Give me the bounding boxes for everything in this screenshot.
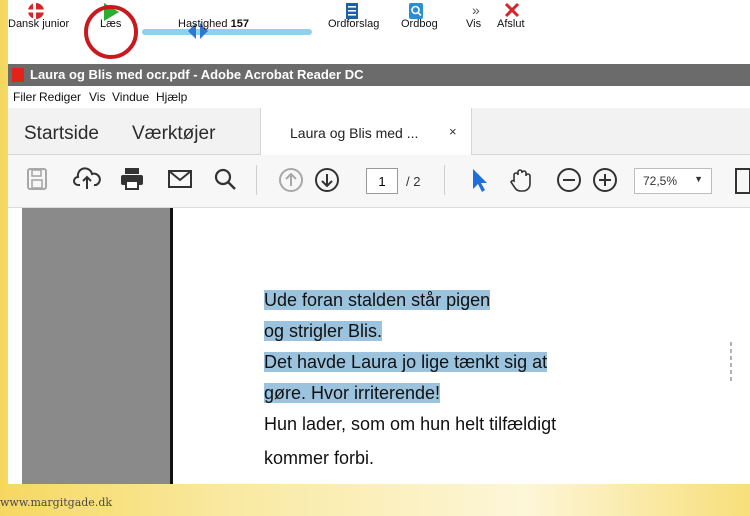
line-text: Ude foran stalden står pigen xyxy=(264,290,491,310)
speed-label-text: Hastighed xyxy=(178,18,228,30)
line-text: kommer forbi. xyxy=(264,448,375,468)
menu-vindue[interactable]: Vindue xyxy=(112,90,149,104)
window-title: Laura og Blis med ocr.pdf - Adobe Acroba… xyxy=(30,67,364,82)
hand-icon[interactable] xyxy=(508,167,534,193)
watermark-text: www.margitgade.dk xyxy=(0,496,113,509)
pdf-icon xyxy=(12,68,24,82)
cloud-upload-icon[interactable] xyxy=(73,167,101,191)
line-text: Det havde Laura jo lige tænkt sig at xyxy=(264,352,548,372)
word-suggestions-button[interactable]: Ordforslag xyxy=(328,18,379,30)
highlight-circle xyxy=(84,5,138,59)
line-text: og strigler Blis. xyxy=(264,321,383,341)
exit-button[interactable]: Afslut xyxy=(497,18,525,30)
double-chevron-icon[interactable]: » xyxy=(472,2,480,18)
pdf-page[interactable]: Ude foran stalden står pigen og strigler… xyxy=(170,208,750,484)
mail-icon[interactable] xyxy=(167,167,193,191)
screen: Dansk junior Læs Hastighed 157 Ordforsla… xyxy=(8,0,750,484)
text-line[interactable]: og strigler Blis. xyxy=(264,319,383,343)
text-line[interactable]: kommer forbi. xyxy=(264,446,374,470)
language-label[interactable]: Dansk junior xyxy=(8,18,69,30)
line-text: gøre. Hvor irriterende! xyxy=(264,383,441,403)
dictionary-button[interactable]: Ordbog xyxy=(401,18,438,30)
pane-background xyxy=(22,208,170,484)
appwriter-toolbar: Dansk junior Læs Hastighed 157 Ordforsla… xyxy=(8,0,750,64)
chevron-down-icon: ▼ xyxy=(694,174,703,184)
tab-document[interactable]: Laura og Blis med ... × xyxy=(260,108,472,155)
text-line[interactable]: Ude foran stalden står pigen xyxy=(264,288,491,312)
search-icon[interactable] xyxy=(213,167,237,191)
tab-bar: Startside Værktøjer Laura og Blis med ..… xyxy=(8,108,750,155)
document-area: Ude foran stalden står pigen og strigler… xyxy=(8,208,750,484)
window-titlebar: Laura og Blis med ocr.pdf - Adobe Acroba… xyxy=(8,64,750,86)
page-total: / 2 xyxy=(406,174,421,189)
line-text: Hun lader, som om hun helt tilfældigt xyxy=(264,414,557,434)
fit-page-icon[interactable] xyxy=(734,167,750,195)
save-icon[interactable] xyxy=(26,167,48,191)
zoom-select[interactable]: 72,5% ▼ xyxy=(634,168,712,194)
tab-tools[interactable]: Værktøjer xyxy=(132,123,215,145)
page-up-icon[interactable] xyxy=(278,167,304,193)
close-icon[interactable] xyxy=(504,2,520,18)
menu-bar: Filer Rediger Vis Vindue Hjælp xyxy=(8,86,750,108)
page-down-icon[interactable] xyxy=(314,167,340,193)
scan-artifact-icon xyxy=(730,342,732,382)
toolbar-separator xyxy=(256,165,257,195)
text-line[interactable]: gøre. Hvor irriterende! xyxy=(264,381,441,405)
page-edge xyxy=(170,208,173,484)
left-margin xyxy=(8,208,22,484)
menu-rediger[interactable]: Rediger xyxy=(39,90,81,104)
tab-close-button[interactable]: × xyxy=(449,124,457,139)
print-icon[interactable] xyxy=(119,167,145,191)
text-line[interactable]: Det havde Laura jo lige tænkt sig at xyxy=(264,350,548,374)
tab-home[interactable]: Startside xyxy=(24,123,99,145)
zoom-in-icon[interactable] xyxy=(592,167,618,193)
show-button[interactable]: Vis xyxy=(466,18,481,30)
zoom-value: 72,5% xyxy=(643,174,678,188)
speed-label: Hastighed 157 xyxy=(178,18,249,30)
menu-hjaelp[interactable]: Hjælp xyxy=(156,90,187,104)
select-cursor-icon[interactable] xyxy=(470,167,488,193)
page-number-input[interactable]: 1 xyxy=(366,168,398,194)
speed-value: 157 xyxy=(230,18,249,30)
zoom-out-icon[interactable] xyxy=(556,167,582,193)
toolbar-separator xyxy=(444,165,445,195)
text-line[interactable]: Hun lader, som om hun helt tilfældigt xyxy=(264,412,556,436)
menu-vis[interactable]: Vis xyxy=(89,90,105,104)
acrobat-toolbar: 1 / 2 72,5% ▼ xyxy=(8,155,750,208)
tab-document-label: Laura og Blis med ... xyxy=(290,125,419,141)
menu-filer[interactable]: Filer xyxy=(13,90,36,104)
